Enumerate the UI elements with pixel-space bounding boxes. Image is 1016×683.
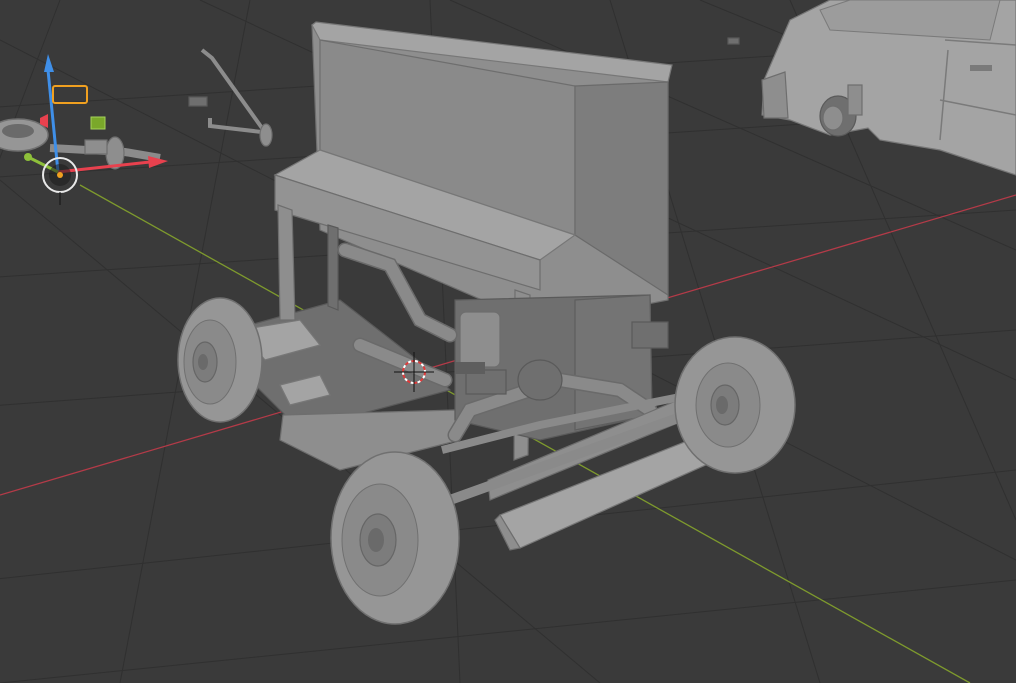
rear-left-wheel[interactable] <box>177 297 263 423</box>
front-left-wheel[interactable] <box>330 451 460 625</box>
3d-viewport[interactable] <box>0 0 1016 683</box>
front-right-wheel[interactable] <box>674 336 796 474</box>
car-body[interactable] <box>761 0 1016 176</box>
light-icon[interactable] <box>52 85 88 104</box>
viewport-canvas[interactable] <box>0 0 1016 683</box>
wheel-assembly[interactable] <box>0 118 161 170</box>
